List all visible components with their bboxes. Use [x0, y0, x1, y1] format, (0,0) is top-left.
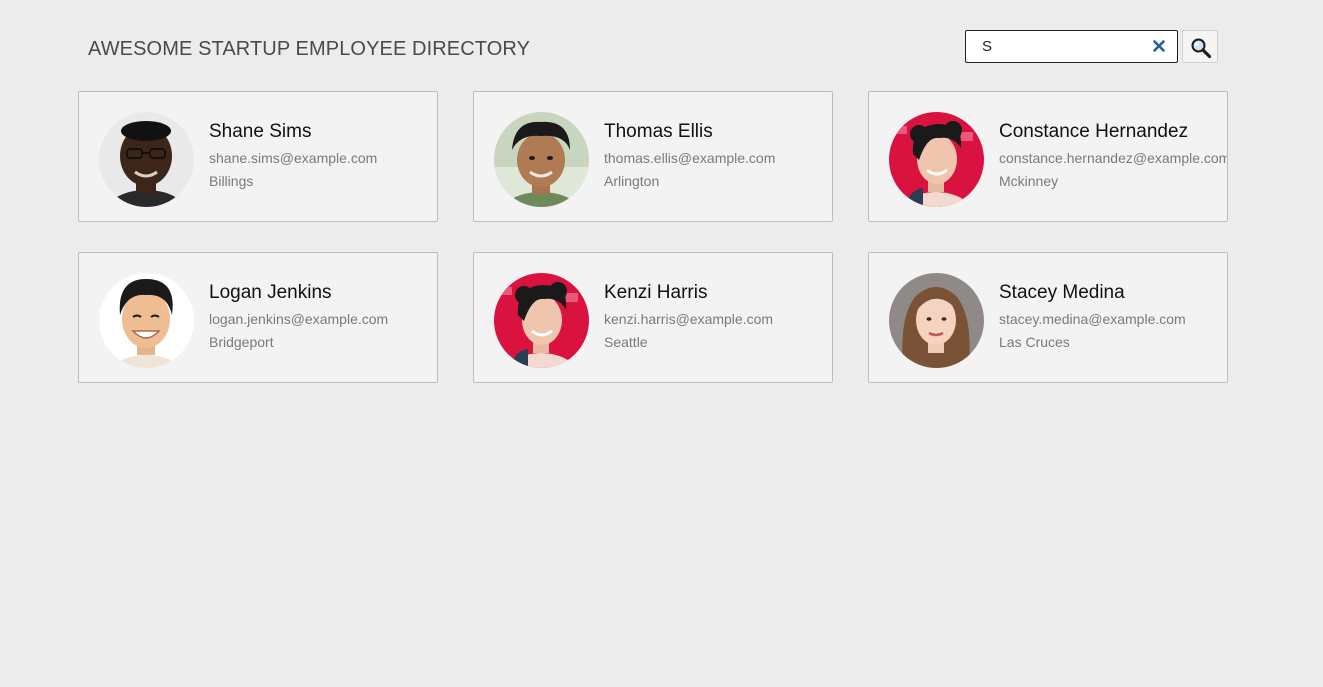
employee-info: Constance Hernandez constance.hernandez@…: [999, 120, 1228, 189]
employee-city: Mckinney: [999, 173, 1059, 189]
employee-name: Constance Hernandez: [999, 121, 1189, 142]
avatar: [99, 112, 194, 207]
employee-email: kenzi.harris@example.com: [604, 311, 774, 327]
employee-name: Shane Sims: [209, 121, 312, 142]
employee-card[interactable]: Constance Hernandez constance.hernandez@…: [868, 91, 1228, 222]
employee-city: Billings: [209, 173, 254, 189]
employee-card[interactable]: Logan Jenkins logan.jenkins@example.com …: [78, 252, 438, 383]
employee-name: Kenzi Harris: [604, 282, 708, 303]
employee-name: Stacey Medina: [999, 282, 1125, 303]
employee-city: Bridgeport: [209, 334, 274, 350]
employee-card[interactable]: Thomas Ellis thomas.ellis@example.com Ar…: [473, 91, 833, 222]
employee-city: Las Cruces: [999, 334, 1070, 350]
avatar: [494, 112, 589, 207]
employee-info: Kenzi Harris kenzi.harris@example.com Se…: [604, 281, 773, 350]
employee-name: Thomas Ellis: [604, 121, 713, 142]
employee-email: logan.jenkins@example.com: [209, 311, 389, 327]
employee-city: Seattle: [604, 334, 648, 350]
employee-email: thomas.ellis@example.com: [604, 150, 776, 166]
employee-city: Arlington: [604, 173, 660, 189]
employee-info: Thomas Ellis thomas.ellis@example.com Ar…: [604, 120, 775, 189]
search-box: [965, 30, 1178, 63]
employee-info: Stacey Medina stacey.medina@example.com …: [999, 281, 1186, 350]
directory-page: AWESOME STARTUP EMPLOYEE DIRECTORY S Sha…: [0, 0, 1323, 687]
employee-card[interactable]: Kenzi Harris kenzi.harris@example.com Se…: [473, 252, 833, 383]
employee-info: Logan Jenkins logan.jenkins@example.com …: [209, 281, 388, 350]
avatar: [889, 273, 984, 368]
employee-info: Shane Sims shane.sims@example.com Billin…: [209, 120, 377, 189]
close-icon[interactable]: [1151, 38, 1167, 54]
employee-email: constance.hernandez@example.com: [999, 150, 1228, 166]
employee-email: shane.sims@example.com: [209, 150, 378, 166]
avatar: [494, 273, 589, 368]
avatar: [99, 273, 194, 368]
page-title: AWESOME STARTUP EMPLOYEE DIRECTORY: [88, 38, 531, 60]
magnifier-icon: [1191, 38, 1212, 59]
search-input[interactable]: [966, 31, 1138, 62]
search-button[interactable]: [1182, 30, 1218, 63]
avatar: [889, 112, 984, 207]
employee-email: stacey.medina@example.com: [999, 311, 1186, 327]
employee-name: Logan Jenkins: [209, 282, 332, 303]
employee-card[interactable]: Shane Sims shane.sims@example.com Billin…: [78, 91, 438, 222]
employee-card[interactable]: Stacey Medina stacey.medina@example.com …: [868, 252, 1228, 383]
